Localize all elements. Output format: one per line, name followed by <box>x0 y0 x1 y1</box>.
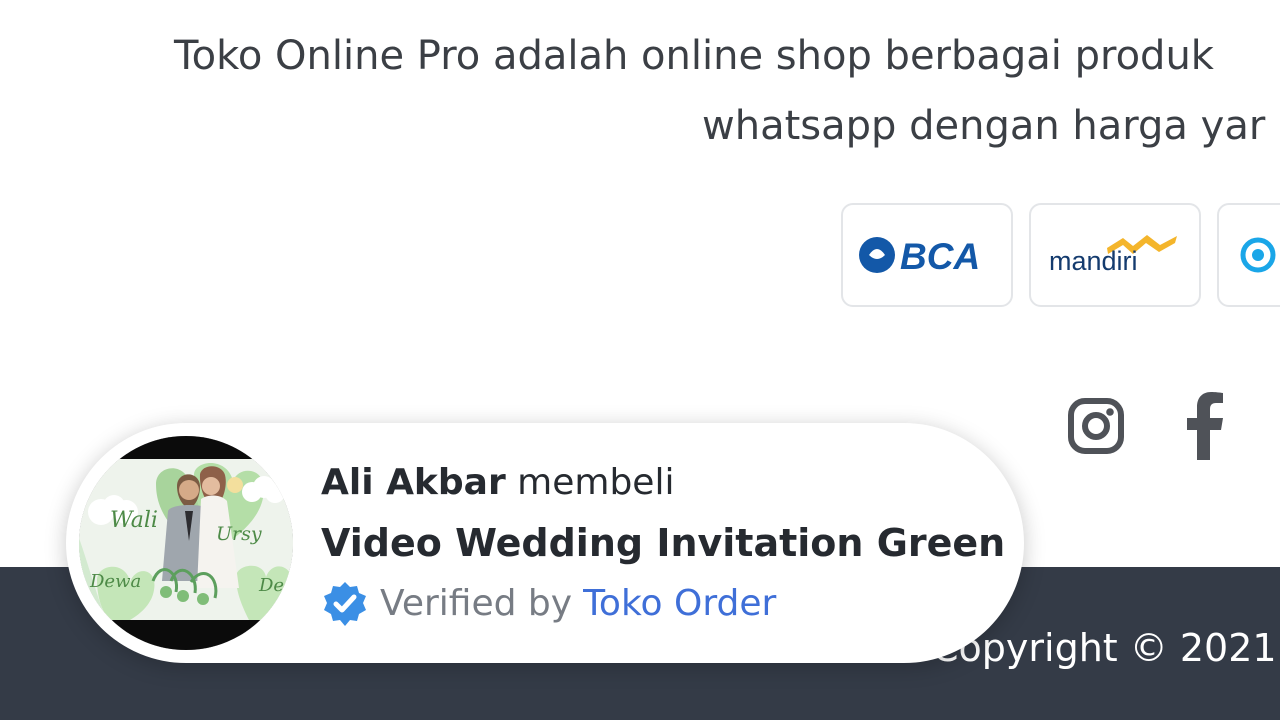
notification-content: Ali Akbar membeli Video Wedding Invitati… <box>321 457 1005 630</box>
wedding-invitation-thumbnail: Wali Ursy Dewa De <box>79 436 293 650</box>
thumbnail-name-wali: Wali <box>110 508 158 533</box>
buyer-action: membeli <box>517 462 675 503</box>
verified-by-label: Verified by <box>380 583 573 624</box>
facebook-icon[interactable] <box>1184 392 1226 460</box>
social-links <box>1066 392 1226 460</box>
purchased-product-name: Video Wedding Invitation Green <box>321 521 1006 565</box>
instagram-icon[interactable] <box>1066 396 1126 456</box>
bank-logo-partial <box>1240 237 1276 273</box>
description-line-2: whatsapp dengan harga yar <box>702 103 1266 149</box>
thumbnail-name-de: De <box>258 575 284 596</box>
description-line-1: Toko Online Pro adalah online shop berba… <box>174 33 1214 79</box>
payment-card-bca: BCA <box>841 203 1013 307</box>
verification-line: Verified by Toko Order <box>321 578 1005 630</box>
mandiri-logo: mandiri <box>1049 235 1177 276</box>
product-thumbnail: Wali Ursy Dewa De <box>79 436 293 650</box>
payment-card-mandiri: mandiri <box>1029 203 1201 307</box>
thumbnail-name-ursy: Ursy <box>216 523 262 545</box>
verified-badge-icon <box>324 582 366 626</box>
verified-store-link[interactable]: Toko Order <box>583 578 776 630</box>
bca-logo: BCA <box>859 236 980 277</box>
payment-card-partial <box>1217 203 1280 307</box>
bca-logo-text: BCA <box>900 236 980 277</box>
buyer-name: Ali Akbar <box>321 462 506 503</box>
thumbnail-name-dewa: Dewa <box>89 571 141 592</box>
payment-methods: BCA mandiri <box>841 203 1280 307</box>
buyer-line: Ali Akbar membeli <box>321 457 1005 509</box>
mandiri-logo-text: mandiri <box>1049 246 1138 276</box>
storefront-page: Toko Online Pro adalah online shop berba… <box>0 0 1280 720</box>
purchase-notification[interactable]: Wali Ursy Dewa De Ali Akbar membeli Vide… <box>66 423 1024 663</box>
